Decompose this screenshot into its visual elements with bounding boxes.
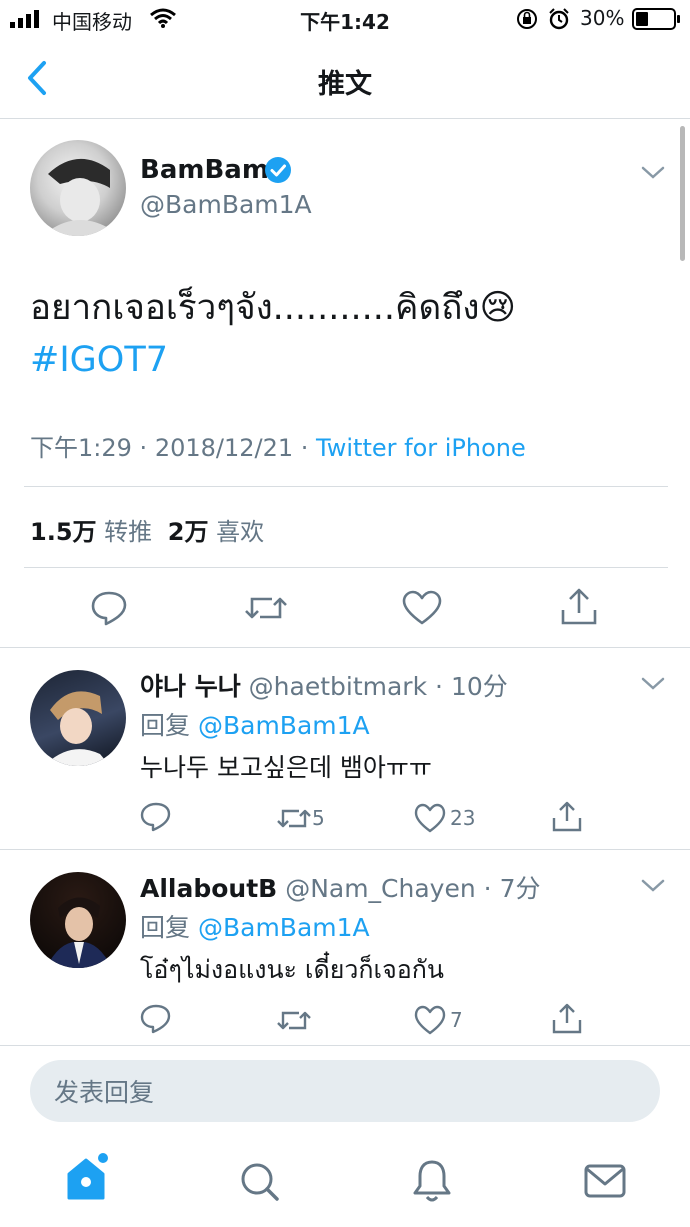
compose-reply-box[interactable] <box>30 1060 660 1124</box>
heart-icon[interactable] <box>414 1005 446 1035</box>
meta-separator: · <box>483 874 492 903</box>
reply-prefix: 回复 <box>140 913 191 942</box>
divider <box>0 1045 690 1046</box>
reply-icon[interactable] <box>140 1004 172 1034</box>
nav-bar: 推文 <box>0 38 690 119</box>
tweet-body: อยากเจอเร็วๆจัง...........คิดถึง <box>30 288 480 328</box>
reply-time: 7分 <box>499 874 541 903</box>
reply-time: 10分 <box>450 672 508 701</box>
heart-icon[interactable] <box>414 803 446 833</box>
tweet-date: 2018/12/21 <box>154 434 294 462</box>
share-icon[interactable] <box>552 800 582 832</box>
reply-header: AllaboutB @Nam_Chayen · 7分 <box>140 869 540 905</box>
crying-emoji: 😢 <box>479 288 516 328</box>
reply-header: 야나 누나 @haetbitmark · 10分 <box>140 667 508 703</box>
retweets-label[interactable]: 转推 <box>104 518 152 546</box>
reply-retweet-count: 5 <box>312 806 325 830</box>
verified-badge-icon <box>265 157 291 183</box>
retweet-icon[interactable] <box>276 804 312 832</box>
share-icon[interactable] <box>560 588 598 626</box>
battery-percent: 30% <box>580 6 625 30</box>
chevron-down-icon[interactable] <box>640 165 666 181</box>
reply-icon[interactable] <box>90 590 128 626</box>
share-icon[interactable] <box>552 1002 582 1034</box>
bell-icon[interactable] <box>412 1158 452 1204</box>
reply-icon[interactable] <box>140 802 172 832</box>
author-handle[interactable]: @BamBam1A <box>140 190 312 219</box>
home-icon[interactable] <box>66 1152 110 1202</box>
reply-author-handle[interactable]: @Nam_Chayen <box>285 874 476 903</box>
reply-author-handle[interactable]: @haetbitmark <box>249 672 427 701</box>
scrollbar[interactable] <box>680 126 685 261</box>
reply-like-count: 23 <box>450 806 476 830</box>
divider <box>0 647 690 648</box>
divider <box>24 567 668 568</box>
reply-prefix: 回复 <box>140 711 191 740</box>
status-bar: 中国移动 下午1:42 30% <box>0 0 690 38</box>
tweet-stats: 1.5万 转推 2万 喜欢 <box>30 512 264 547</box>
reply-text: โอ๋ๆไม่งอแงนะ เดี๋ยวก็เจอกัน <box>140 955 444 984</box>
tweet-text: อยากเจอเร็วๆจัง...........คิดถึง😢 <box>30 280 516 335</box>
likes-count[interactable]: 2万 <box>168 518 209 546</box>
meta-separator: · <box>300 434 317 462</box>
reply-text: 누나두 보고싶은데 뱀아ㅠㅠ <box>140 753 432 782</box>
likes-label[interactable]: 喜欢 <box>216 518 264 546</box>
hashtag-link[interactable]: #IGOT7 <box>30 340 168 380</box>
reply-avatar[interactable] <box>30 872 126 968</box>
heart-icon[interactable] <box>402 590 442 626</box>
meta-separator: · <box>139 434 155 462</box>
reply-avatar[interactable] <box>30 670 126 766</box>
search-icon[interactable] <box>240 1162 280 1202</box>
chevron-down-icon[interactable] <box>640 878 666 894</box>
alarm-icon <box>549 8 569 30</box>
divider <box>24 486 668 487</box>
orientation-lock-icon <box>517 9 537 29</box>
mail-icon[interactable] <box>584 1164 626 1198</box>
author-avatar[interactable] <box>30 140 126 236</box>
tab-bar <box>0 1138 690 1227</box>
reply-mention[interactable]: @BamBam1A <box>198 913 370 942</box>
reply-context: 回复 @BamBam1A <box>140 706 370 742</box>
author-name[interactable]: BamBam <box>140 155 269 185</box>
battery-icon <box>632 8 680 30</box>
reply-context: 回复 @BamBam1A <box>140 908 370 944</box>
tweet-time: 下午1:29 <box>30 434 132 462</box>
retweet-icon[interactable] <box>244 590 288 626</box>
reply-author-name[interactable]: 야나 누나 <box>140 672 241 701</box>
reply-author-name[interactable]: AllaboutB <box>140 874 277 903</box>
reply-like-count: 7 <box>450 1008 463 1032</box>
meta-separator: · <box>435 672 443 701</box>
page-title: 推文 <box>318 69 372 100</box>
reply-input[interactable] <box>52 1060 616 1124</box>
retweets-count[interactable]: 1.5万 <box>30 518 97 546</box>
retweet-icon[interactable] <box>276 1006 312 1034</box>
tweet-meta: 下午1:29 · 2018/12/21 · Twitter for iPhone <box>30 428 526 463</box>
reply-mention[interactable]: @BamBam1A <box>198 711 370 740</box>
chevron-down-icon[interactable] <box>640 676 666 692</box>
divider <box>0 849 690 850</box>
tweet-source[interactable]: Twitter for iPhone <box>316 434 526 462</box>
